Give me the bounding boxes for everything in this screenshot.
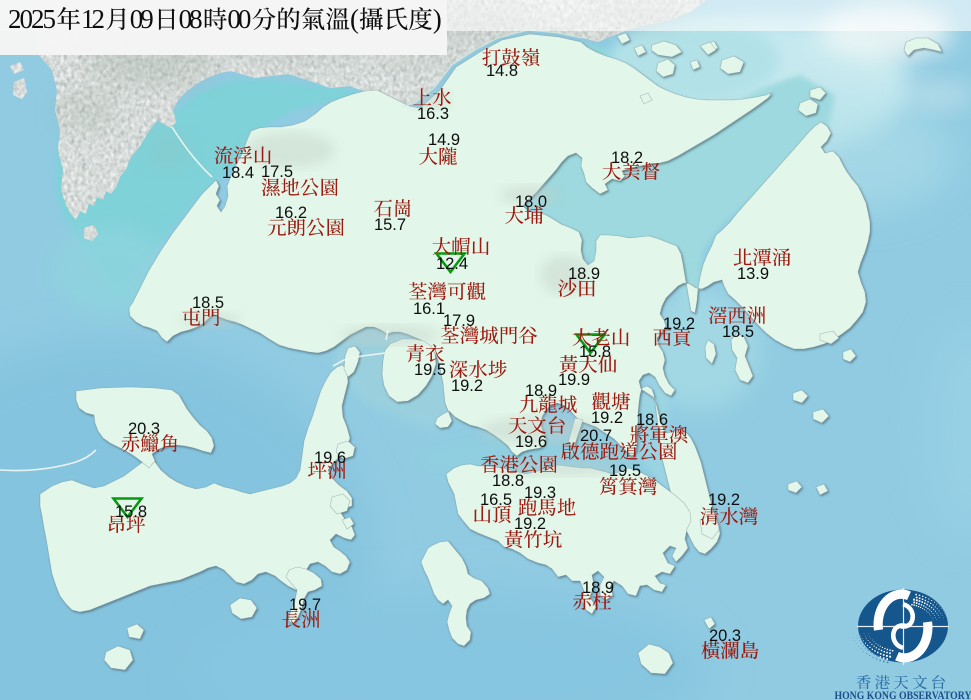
svg-text:15.7: 15.7 <box>374 216 406 234</box>
svg-text:15.8: 15.8 <box>579 343 611 361</box>
svg-text:18.5: 18.5 <box>722 323 754 341</box>
svg-text:18.6: 18.6 <box>636 411 668 429</box>
svg-text:18.9: 18.9 <box>525 382 557 400</box>
svg-text:14.9: 14.9 <box>428 131 460 149</box>
svg-text:14.8: 14.8 <box>486 62 518 80</box>
svg-text:08: 08 <box>179 4 203 34</box>
svg-text:19.2: 19.2 <box>514 515 546 533</box>
svg-text:18.8: 18.8 <box>492 472 524 490</box>
svg-text:19.5: 19.5 <box>414 361 446 379</box>
svg-text:09: 09 <box>130 4 154 34</box>
svg-text:16.5: 16.5 <box>480 491 512 509</box>
svg-text:18.5: 18.5 <box>192 294 224 312</box>
svg-text:19.6: 19.6 <box>515 433 547 451</box>
svg-text:): ) <box>433 4 442 34</box>
svg-text:15.8: 15.8 <box>115 503 147 521</box>
svg-text:19.2: 19.2 <box>451 377 483 395</box>
svg-text:19.2: 19.2 <box>708 491 740 509</box>
svg-text:19.7: 19.7 <box>289 596 321 614</box>
svg-text:20.3: 20.3 <box>709 627 741 645</box>
svg-text:16.1: 16.1 <box>413 300 445 318</box>
svg-text:19.5: 19.5 <box>609 462 641 480</box>
svg-text:19.2: 19.2 <box>663 315 695 333</box>
svg-text:19.6: 19.6 <box>314 449 346 467</box>
svg-text:20.7: 20.7 <box>580 427 612 445</box>
svg-text:18.0: 18.0 <box>515 193 547 211</box>
svg-text:19.3: 19.3 <box>524 484 556 502</box>
svg-text:18.9: 18.9 <box>568 265 600 283</box>
svg-text:19.9: 19.9 <box>558 371 590 389</box>
svg-text:17.9: 17.9 <box>443 312 475 330</box>
svg-text:16.3: 16.3 <box>417 105 449 123</box>
svg-text:00: 00 <box>227 4 251 34</box>
svg-text:(: ( <box>350 4 359 34</box>
svg-text:12: 12 <box>81 4 105 34</box>
svg-text:HONG KONG OBSERVATORY: HONG KONG OBSERVATORY <box>835 690 971 700</box>
svg-text:13.9: 13.9 <box>737 265 769 283</box>
svg-text:18.9: 18.9 <box>582 579 614 597</box>
svg-text:20.3: 20.3 <box>128 420 160 438</box>
svg-text:18.4: 18.4 <box>222 164 254 182</box>
svg-text:17.5: 17.5 <box>261 163 293 181</box>
svg-text:16.2: 16.2 <box>275 204 307 222</box>
svg-text:19.2: 19.2 <box>591 409 623 427</box>
svg-text:2025: 2025 <box>8 4 56 34</box>
svg-text:18.2: 18.2 <box>611 149 643 167</box>
svg-text:12.4: 12.4 <box>436 255 468 273</box>
